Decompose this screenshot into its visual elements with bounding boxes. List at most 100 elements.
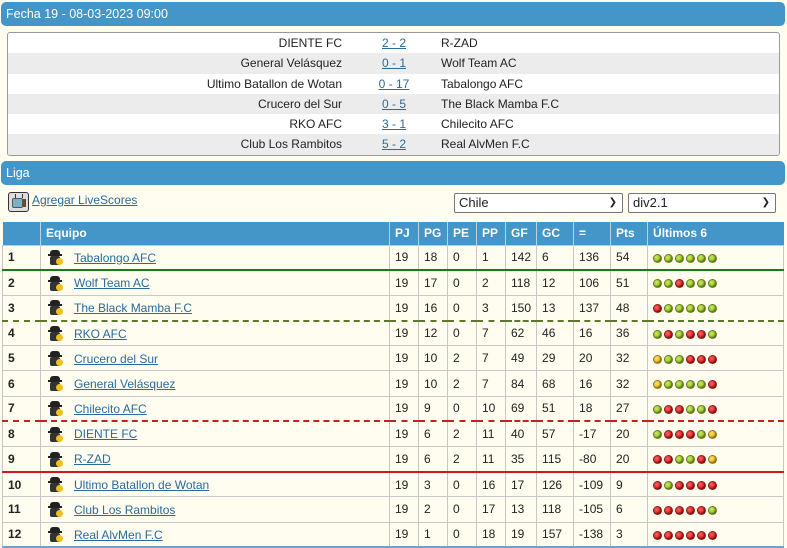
- team-link[interactable]: Real AlvMen F.C: [74, 528, 163, 542]
- form-result-win-icon: [686, 253, 696, 263]
- team-link[interactable]: General Velásquez: [74, 377, 175, 391]
- form-result-win-icon: [664, 279, 674, 289]
- last-six-form: [647, 420, 784, 448]
- goal-difference: 16: [573, 320, 612, 347]
- form-result-win-icon: [675, 455, 685, 465]
- fixture-title: Fecha 19 - 08-03-2023 09:00: [6, 7, 168, 21]
- drawn: 2: [447, 445, 477, 473]
- add-livescores-link[interactable]: Agregar LiveScores: [32, 193, 137, 207]
- standings-row: 7 Chilecito AFC 19 9 0 10 69 51 18 27: [2, 395, 784, 423]
- manager-icon[interactable]: [48, 300, 63, 316]
- drawn: 0: [447, 294, 477, 322]
- form-result-win-icon: [664, 304, 674, 314]
- team-link[interactable]: Tabalongo AFC: [74, 251, 156, 265]
- team-link[interactable]: Crucero del Sur: [74, 352, 158, 366]
- manager-icon[interactable]: [48, 351, 63, 366]
- form-result-loss-icon: [664, 430, 674, 440]
- team-link[interactable]: Ultimo Batallon de Wotan: [74, 478, 209, 492]
- form-result-loss-icon: [686, 530, 696, 540]
- match-row: Club Los Rambitos 5 - 2 Real AlvMen F.C: [8, 134, 779, 155]
- goal-difference: -105: [573, 496, 612, 523]
- points: 3: [610, 521, 649, 548]
- team-link[interactable]: R-ZAD: [74, 452, 111, 466]
- form-result-loss-icon: [653, 530, 663, 540]
- team-link[interactable]: Club Los Rambitos: [74, 503, 175, 517]
- manager-icon[interactable]: [48, 477, 63, 493]
- manager-icon[interactable]: [48, 326, 63, 342]
- goal-difference: -80: [573, 445, 612, 473]
- goal-difference: 18: [573, 395, 612, 423]
- goals-against: 51: [536, 395, 575, 423]
- league-header: Liga: [1, 161, 785, 185]
- played: 19: [389, 521, 419, 548]
- team-link[interactable]: Chilecito AFC: [74, 402, 147, 416]
- goals-for: 118: [504, 269, 538, 296]
- manager-icon[interactable]: [48, 250, 63, 265]
- manager-icon[interactable]: [48, 275, 63, 291]
- form-result-loss-icon: [697, 354, 707, 364]
- division-select-value: div2.1: [633, 195, 668, 210]
- form-result-win-icon: [708, 505, 718, 515]
- drawn: 0: [447, 320, 477, 347]
- form-result-win-icon: [697, 430, 707, 440]
- form-result-loss-icon: [664, 404, 674, 414]
- form-result-loss-icon: [675, 430, 685, 440]
- points: 48: [610, 294, 649, 322]
- form-result-win-icon: [708, 253, 718, 263]
- form-result-win-icon: [653, 253, 663, 263]
- manager-icon[interactable]: [48, 376, 63, 392]
- match-score-link[interactable]: 2 - 2: [374, 33, 414, 53]
- team-cell: Crucero del Sur: [40, 345, 390, 372]
- position: 1: [2, 244, 41, 272]
- goals-against: 68: [536, 370, 575, 397]
- manager-icon[interactable]: [48, 502, 63, 518]
- division-select[interactable]: div2.1 ❯: [628, 193, 776, 213]
- team-cell: The Black Mamba F.C: [40, 294, 390, 322]
- add-livescores[interactable]: Agregar LiveScores: [8, 192, 137, 212]
- team-link[interactable]: Wolf Team AC: [74, 276, 150, 290]
- form-result-loss-icon: [675, 404, 685, 414]
- manager-icon[interactable]: [48, 527, 63, 543]
- col-pg: PG: [418, 222, 448, 245]
- points: 20: [610, 420, 649, 448]
- team-link[interactable]: RKO AFC: [74, 327, 127, 341]
- manager-icon[interactable]: [48, 426, 63, 442]
- manager-icon[interactable]: [48, 401, 63, 417]
- standings-row: 11 Club Los Rambitos 19 2 0 17 13 118 -105 6: [2, 496, 784, 523]
- form-result-win-icon: [697, 279, 707, 289]
- form-result-win-icon: [675, 329, 685, 339]
- home-team: Club Los Rambitos: [240, 137, 342, 152]
- col-diff: =: [573, 222, 611, 245]
- form-result-win-icon: [675, 354, 685, 364]
- form-result-loss-icon: [686, 354, 696, 364]
- goals-for: 17: [504, 471, 538, 498]
- form-result-draw-icon: [708, 430, 718, 440]
- league-title: Liga: [6, 166, 30, 180]
- team-link[interactable]: DIENTE FC: [74, 427, 137, 441]
- form-result-win-icon: [675, 379, 685, 389]
- goal-difference: -138: [573, 521, 612, 548]
- match-score-link[interactable]: 0 - 17: [374, 74, 414, 94]
- team-cell: Tabalongo AFC: [40, 244, 390, 272]
- team-link[interactable]: The Black Mamba F.C: [74, 301, 192, 315]
- drawn: 0: [447, 244, 477, 272]
- manager-icon[interactable]: [48, 451, 63, 467]
- form-result-loss-icon: [653, 505, 663, 515]
- goals-for: 49: [504, 345, 538, 372]
- lost: 3: [476, 294, 506, 322]
- standings-header-row: Equipo PJ PG PE PP GF GC = Pts Últimos 6: [2, 222, 784, 245]
- country-select[interactable]: Chile ❯: [454, 193, 623, 213]
- goals-for: 19: [504, 521, 538, 548]
- match-score-link[interactable]: 5 - 2: [374, 134, 414, 154]
- last-six-form: [647, 521, 784, 548]
- team-cell: Chilecito AFC: [40, 395, 390, 423]
- form-result-loss-icon: [708, 404, 718, 414]
- match-score-link[interactable]: 3 - 1: [374, 114, 414, 134]
- form-result-win-icon: [697, 304, 707, 314]
- tv-icon[interactable]: [8, 192, 29, 212]
- won: 10: [418, 370, 448, 397]
- form-result-loss-icon: [697, 455, 707, 465]
- match-score-link[interactable]: 0 - 1: [374, 53, 414, 73]
- match-score-link[interactable]: 0 - 5: [374, 94, 414, 114]
- standings-row: 9 R-ZAD 19 6 2 11 35 115 -80 20: [2, 445, 784, 473]
